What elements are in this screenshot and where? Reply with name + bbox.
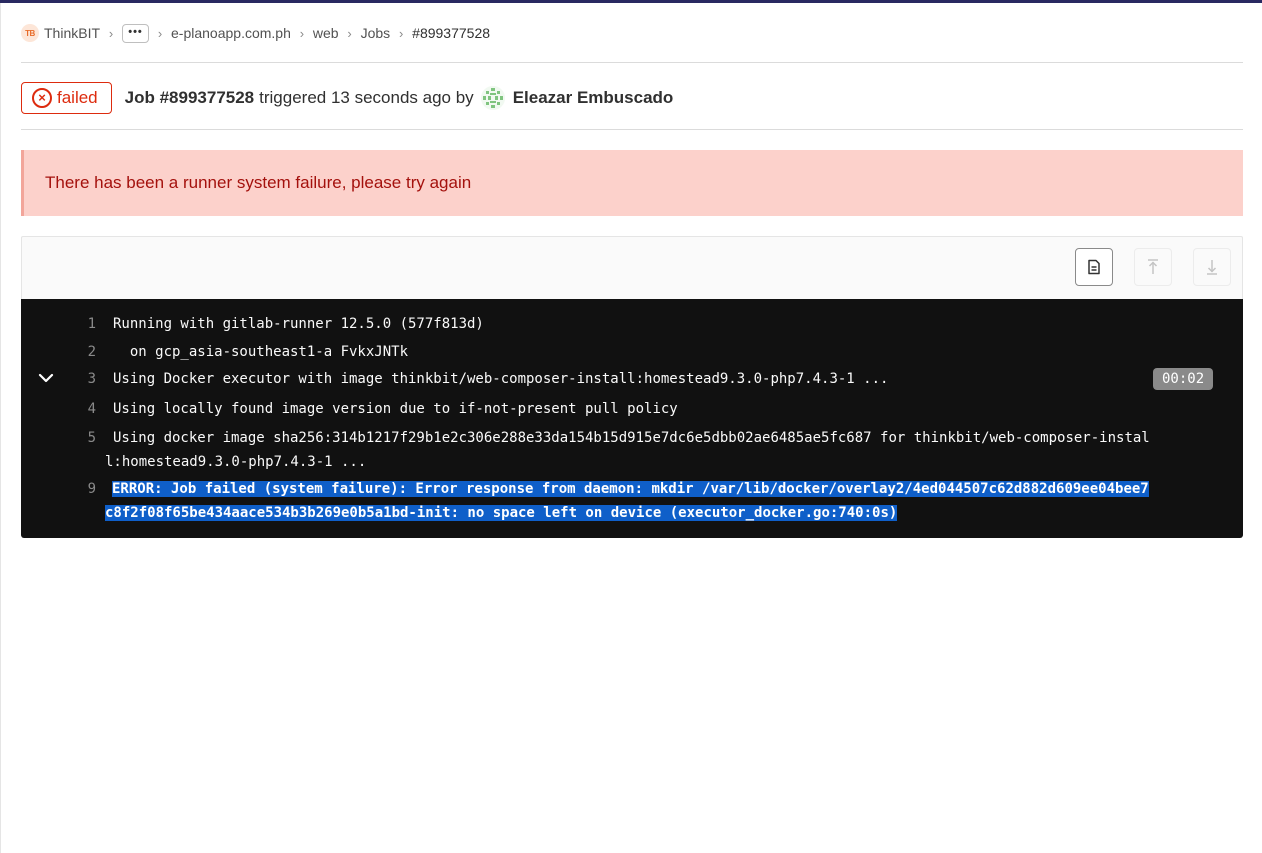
chevron-right-icon: › — [108, 25, 114, 41]
divider — [21, 62, 1243, 63]
chevron-right-icon: › — [299, 25, 305, 41]
breadcrumb-project[interactable]: web — [313, 25, 339, 41]
log-error-text: c8f2f08f65be434aace534b3b269e0b5a1bd-ini… — [105, 505, 898, 521]
job-header: × failed Job #899377528 triggered 13 sec… — [21, 81, 673, 114]
chevron-right-icon: › — [157, 25, 163, 41]
breadcrumb-group[interactable]: ThinkBIT — [44, 25, 100, 41]
line-number[interactable]: 9 — [76, 481, 96, 497]
log-error-text: ERROR: Job failed (system failure): Erro… — [112, 481, 1149, 497]
job-title: Job #899377528 — [124, 87, 255, 107]
scroll-down-icon — [1207, 260, 1217, 275]
top-navigation-bar — [0, 0, 1262, 3]
log-text: on gcp_asia-southeast1-a FvkxJNTk — [113, 344, 409, 360]
status-label: failed — [57, 87, 98, 107]
scroll-up-icon — [1148, 259, 1158, 274]
chevron-right-icon: › — [398, 25, 404, 41]
line-number[interactable]: 2 — [76, 344, 96, 360]
breadcrumb-jobs[interactable]: Jobs — [361, 25, 391, 41]
line-number[interactable]: 3 — [76, 371, 96, 387]
breadcrumb-expand-button[interactable]: ••• — [122, 23, 150, 43]
status-badge[interactable]: × failed — [21, 81, 112, 114]
chevron-down-icon[interactable] — [36, 368, 56, 388]
identicon-icon — [480, 85, 505, 110]
breadcrumb: TB ThinkBIT › ••• › e-planoapp.com.ph › … — [21, 22, 490, 44]
log-text: Using locally found image version due to… — [113, 401, 678, 417]
group-avatar-text: TB — [25, 28, 35, 38]
show-raw-button[interactable] — [1075, 248, 1113, 286]
chevron-right-icon: › — [347, 25, 352, 41]
user-avatar[interactable] — [480, 85, 505, 110]
file-text-icon — [1088, 259, 1100, 275]
log-toolbar — [21, 236, 1243, 299]
breadcrumb-current-job[interactable]: #899377528 — [412, 25, 490, 41]
scroll-to-bottom-button[interactable] — [1193, 248, 1231, 286]
error-alert: There has been a runner system failure, … — [21, 150, 1243, 216]
job-triggered-text: triggered 13 seconds ago by — [259, 87, 474, 107]
log-text: Running with gitlab-runner 12.5.0 (577f8… — [113, 316, 484, 332]
job-log[interactable]: 1 Running with gitlab-runner 12.5.0 (577… — [21, 299, 1243, 538]
status-failed-icon: × — [32, 87, 52, 108]
line-number[interactable]: 4 — [76, 401, 96, 417]
group-avatar-icon[interactable]: TB — [21, 24, 39, 42]
line-number[interactable]: 5 — [76, 430, 96, 446]
left-border — [0, 3, 1, 853]
log-text: Using docker image sha256:314b1217f29b1e… — [113, 430, 1150, 446]
log-text: l:homestead9.3.0-php7.4.3-1 ... — [105, 454, 367, 470]
alert-message: There has been a runner system failure, … — [45, 173, 472, 192]
breadcrumb-project-group[interactable]: e-planoapp.com.ph — [171, 25, 291, 41]
user-name-link[interactable]: Eleazar Embuscado — [513, 88, 674, 108]
line-number[interactable]: 1 — [76, 316, 96, 332]
divider — [21, 129, 1243, 130]
log-text: Using Docker executor with image thinkbi… — [113, 371, 889, 387]
section-duration-badge: 00:02 — [1153, 368, 1214, 390]
scroll-to-top-button[interactable] — [1134, 248, 1172, 286]
